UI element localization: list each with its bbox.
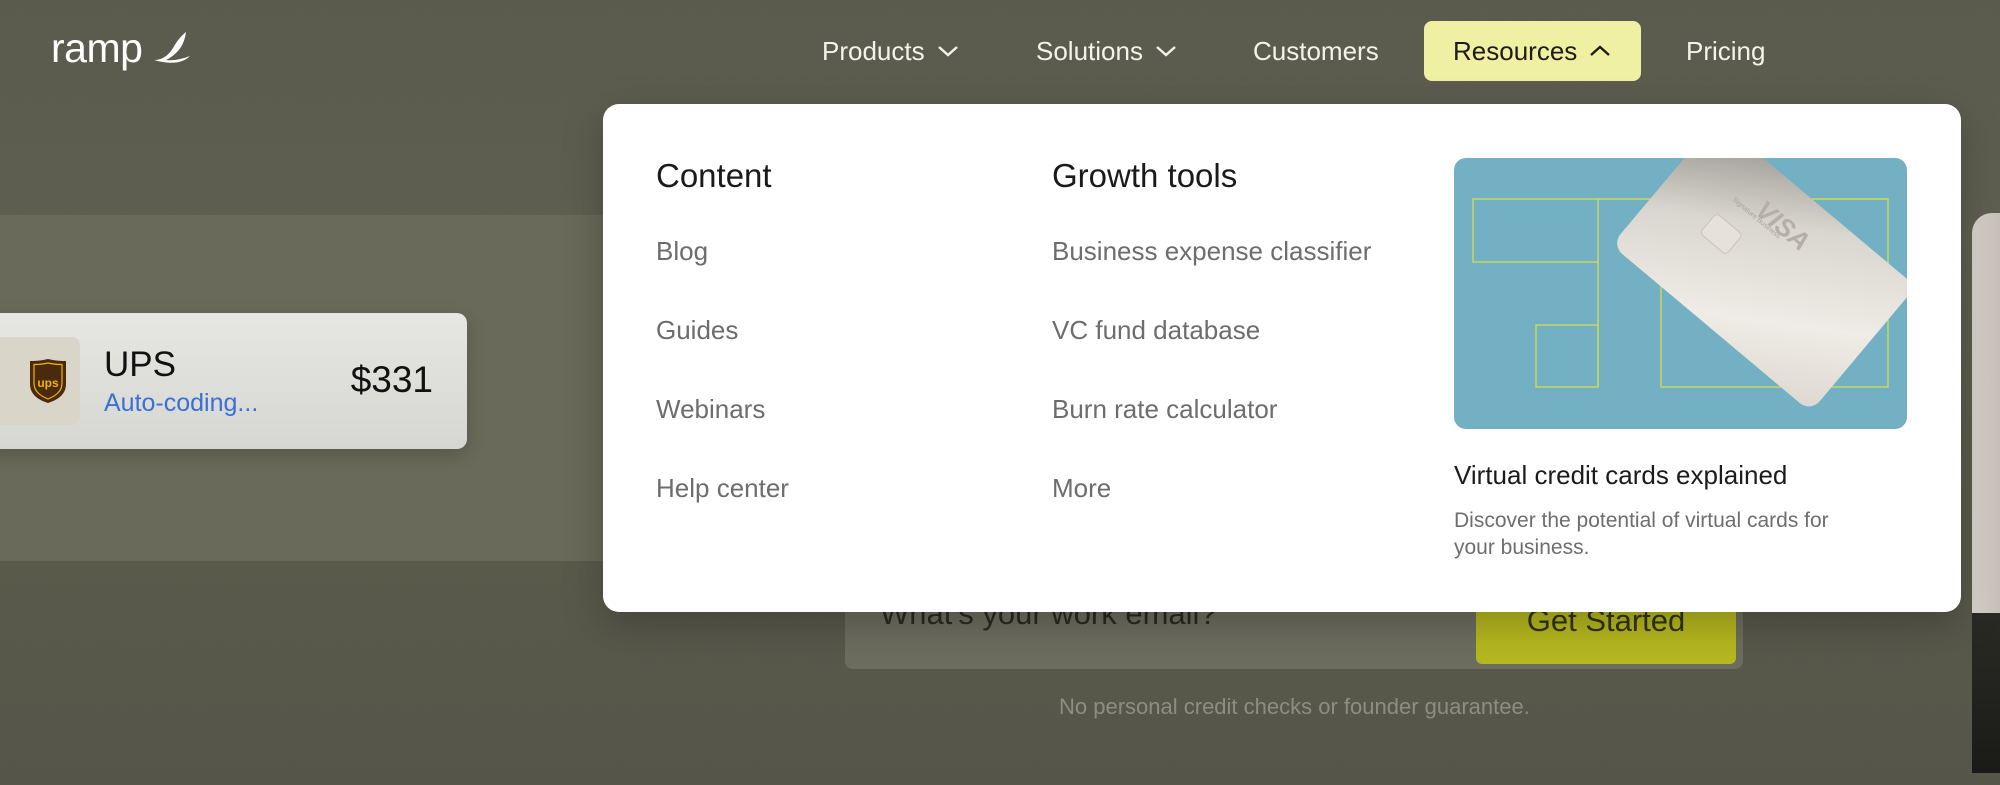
virtual-card-illustration: VISA Signature Business [1472,158,1907,407]
ramp-logo[interactable]: ramp [51,26,192,70]
transaction-amount: $331 [350,359,433,400]
content-heading: Content [656,157,772,194]
content-column: Content Blog Guides Webinars Help center [656,156,1016,552]
link-business-expense-classifier[interactable]: Business expense classifier [1052,236,1472,315]
hero-image-edge [1972,213,2000,773]
resources-dropdown: Content Blog Guides Webinars Help center… [603,104,1961,612]
nav-products-label: Products [822,35,925,66]
featured-article[interactable]: VISA Signature Business Virtual credit c… [1454,158,1907,561]
link-burn-rate-calculator[interactable]: Burn rate calculator [1052,394,1472,473]
link-vc-fund-database[interactable]: VC fund database [1052,315,1472,394]
nav-resources[interactable]: Resources [1424,21,1641,81]
chevron-down-icon [937,46,958,57]
merchant-name: UPS [104,345,176,384]
link-guides[interactable]: Guides [656,315,1016,394]
growth-tools-heading: Growth tools [1052,157,1238,194]
link-help-center[interactable]: Help center [656,473,1016,552]
chevron-down-icon [1156,46,1176,57]
merchant-logo-tile: ups [0,337,80,425]
top-nav: ramp Products Solutions Customers Resour… [0,0,2000,100]
nav-resources-label: Resources [1453,35,1578,66]
brand-name: ramp [51,24,143,71]
nav-customers-label: Customers [1253,35,1379,66]
nav-solutions-label: Solutions [1036,35,1143,66]
featured-article-description: Discover the potential of virtual cards … [1454,509,1829,559]
ups-shield-icon: ups [29,359,66,403]
svg-text:ups: ups [37,376,59,390]
featured-article-title[interactable]: Virtual credit cards explained [1454,459,1907,491]
growth-tools-column: Growth tools Business expense classifier… [1052,156,1472,552]
nav-solutions[interactable]: Solutions [1036,21,1177,81]
link-more[interactable]: More [1052,473,1472,552]
fine-print: No personal credit checks or founder gua… [1059,694,1530,719]
link-blog[interactable]: Blog [656,236,1016,315]
ramp-wing-icon [154,32,191,63]
nav-products[interactable]: Products [822,21,959,81]
chevron-up-icon [1590,45,1611,56]
featured-article-image[interactable]: VISA Signature Business [1454,158,1907,429]
nav-pricing-label: Pricing [1686,35,1766,66]
nav-pricing[interactable]: Pricing [1686,21,1765,81]
transaction-status: Auto-coding... [104,389,259,417]
link-webinars[interactable]: Webinars [656,394,1016,473]
transaction-card: ups UPS Auto-coding... $331 [0,313,467,449]
nav-customers[interactable]: Customers [1253,21,1379,81]
